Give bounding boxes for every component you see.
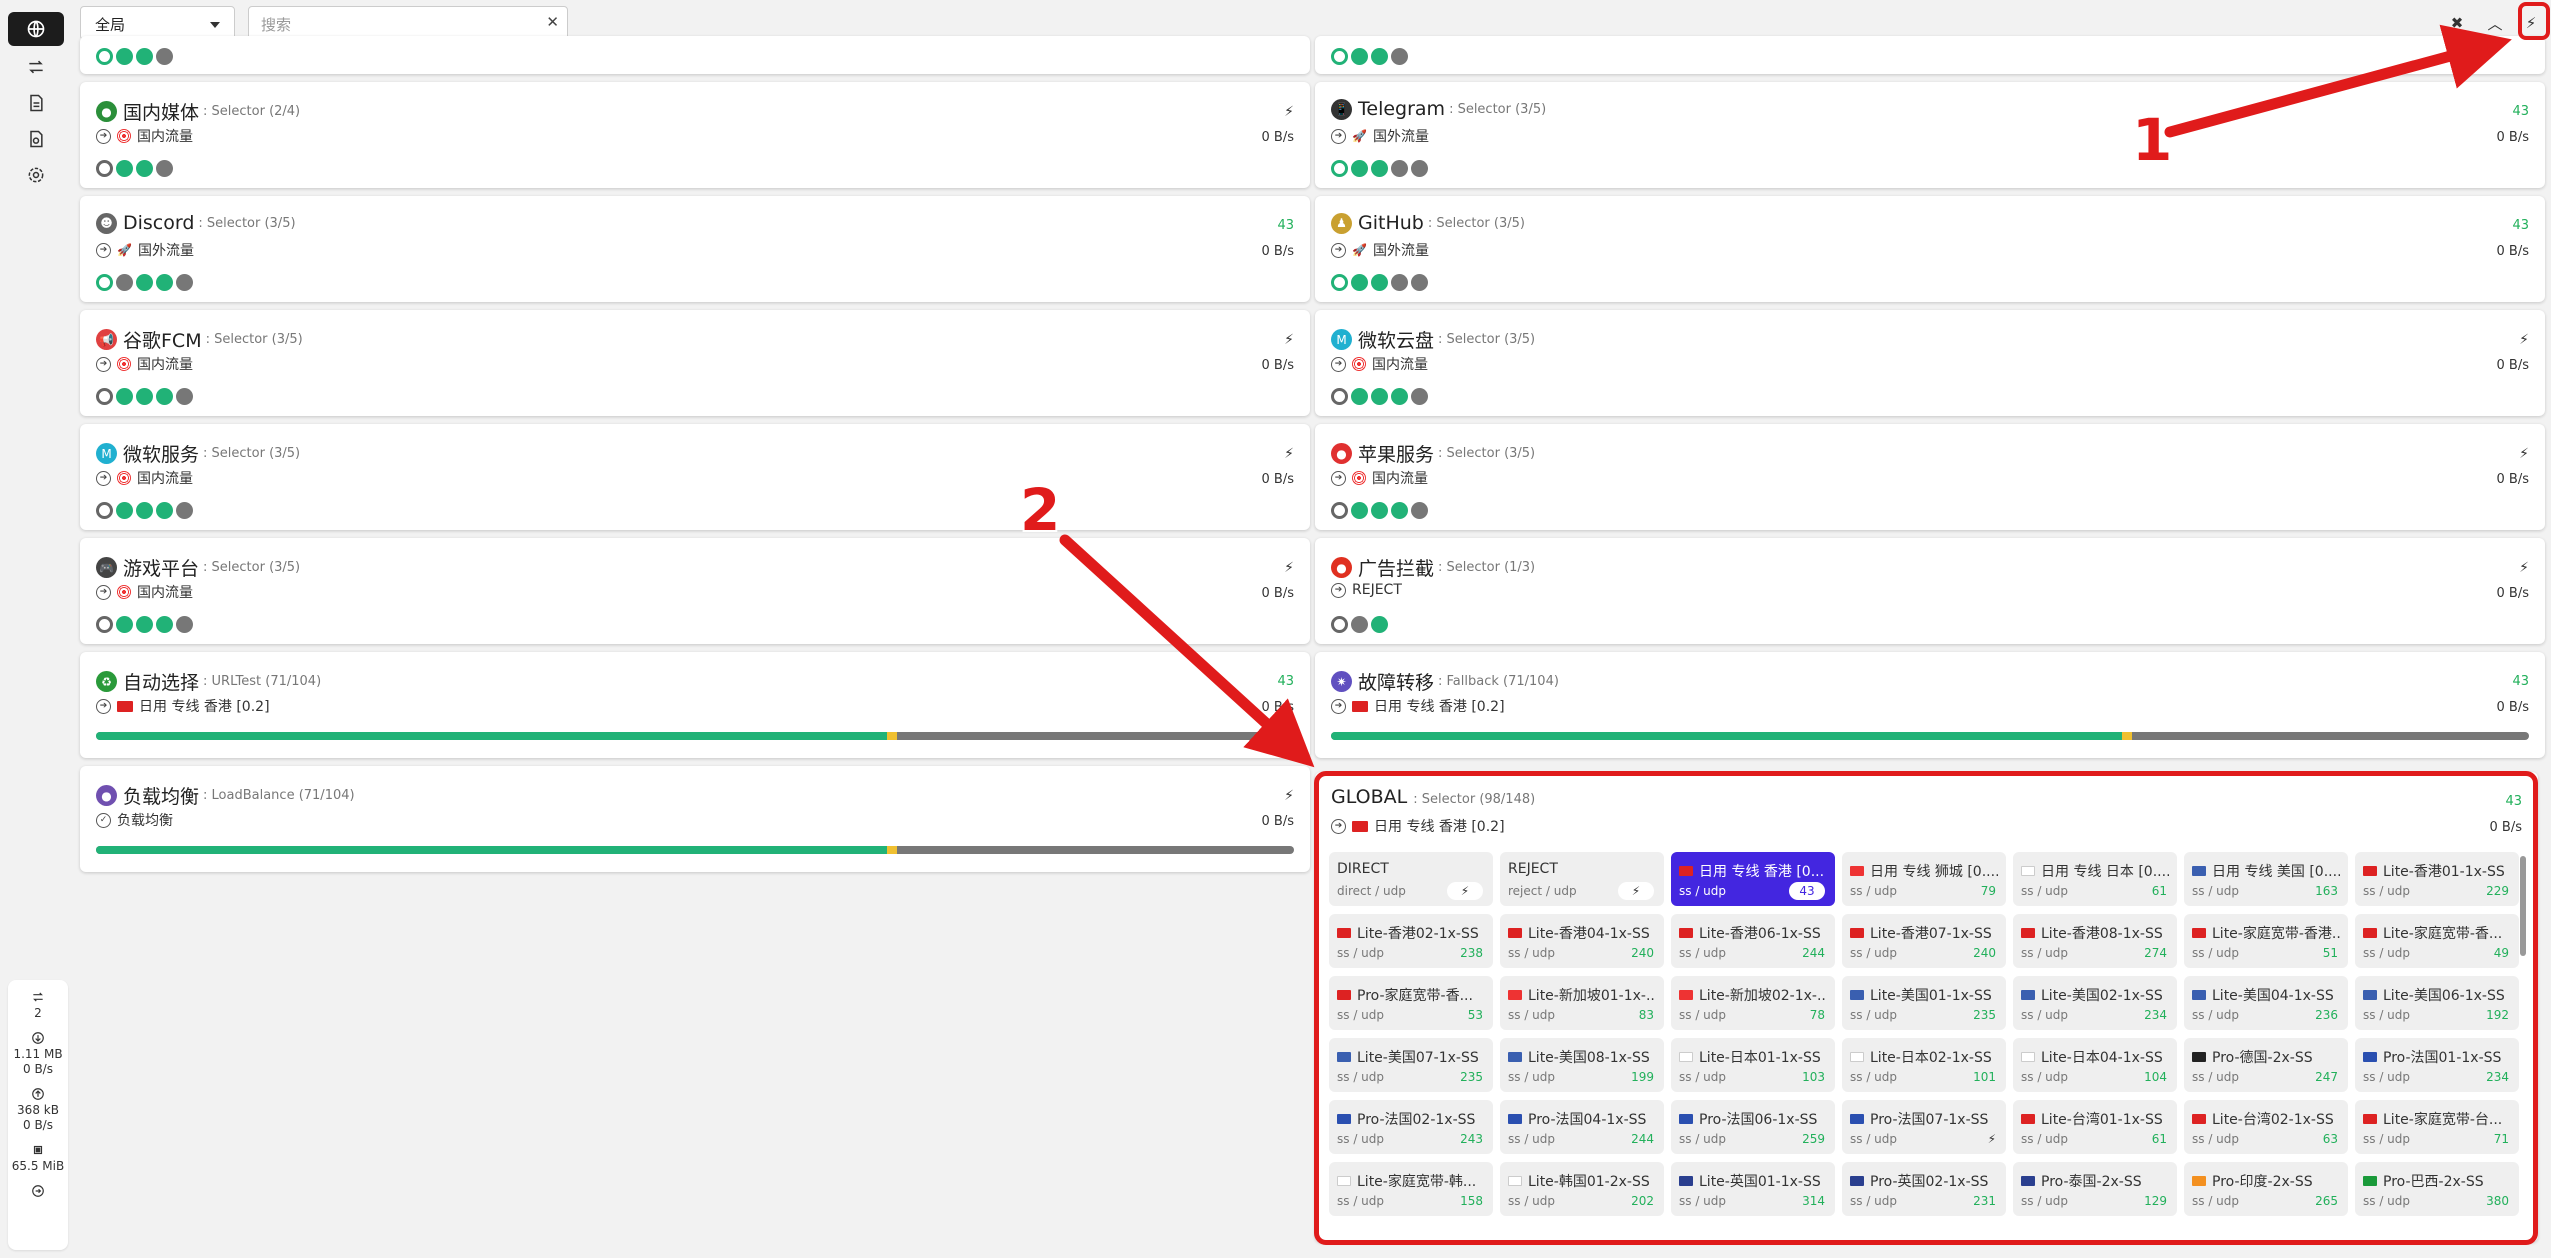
annotation-number-2: 2 (1020, 476, 1061, 544)
arrow-2 (1059, 534, 1315, 768)
annotation-arrows (1059, 24, 2512, 768)
annotation-number-1: 1 (2132, 106, 2173, 174)
arrow-1 (2164, 24, 2512, 138)
